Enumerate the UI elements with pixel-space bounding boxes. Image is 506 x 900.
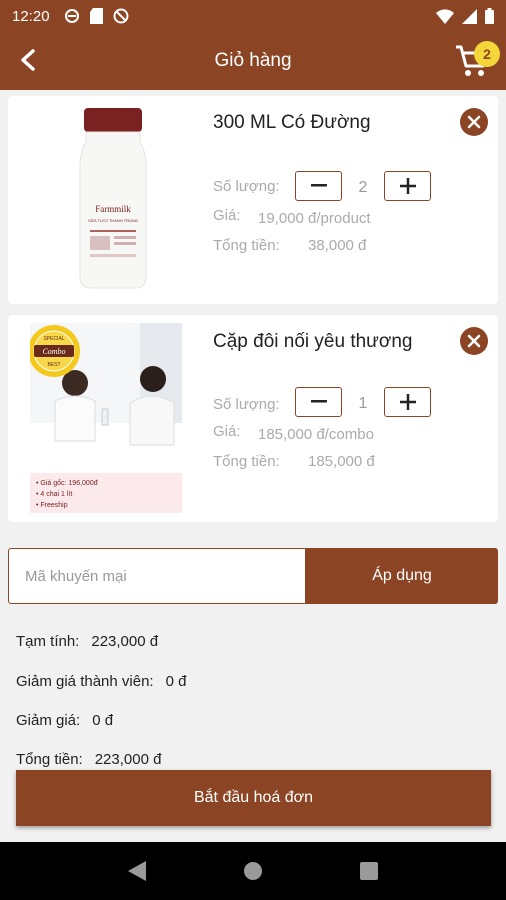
cart-button[interactable]: 2	[454, 41, 500, 79]
combo-note: • Freeship	[36, 502, 68, 509]
battery-icon	[485, 8, 494, 24]
discount-row: Giảm giá: 0 đ	[16, 712, 113, 729]
arrow-left-icon	[21, 49, 35, 71]
item-total-label: Tổng tiền:	[213, 237, 280, 254]
sync-icon	[64, 9, 79, 23]
apply-promo-button[interactable]: Áp dụng	[306, 548, 498, 604]
wifi-icon	[436, 8, 454, 24]
page-title: Giỏ hàng	[214, 50, 292, 71]
combo-badge-bottom: BEST	[47, 362, 60, 368]
square-recents-icon	[359, 862, 378, 880]
system-nav-bar	[0, 842, 506, 900]
discount-label: Giảm giá:	[16, 712, 81, 729]
cart-item: Farmmilk SỮA TƯƠI THANH TRÙNG 300 ML Có …	[8, 96, 498, 304]
bottle-brand: Farmmilk	[95, 204, 131, 214]
grand-total-label: Tổng tiền:	[16, 751, 83, 768]
nav-back-button[interactable]	[128, 861, 147, 881]
sd-card-icon	[89, 8, 103, 24]
grand-total-value: 223,000 đ	[94, 751, 162, 768]
item-total-label: Tổng tiền:	[213, 453, 280, 470]
close-icon	[467, 115, 481, 129]
combo-badge-top: SPECIAL	[43, 336, 64, 342]
price-label: Giá:	[213, 423, 241, 440]
subtotal-value: 223,000 đ	[91, 633, 159, 650]
cart-count-badge: 2	[474, 41, 500, 67]
item-total-value: 185,000 đ	[308, 453, 375, 470]
decrease-quantity-button[interactable]	[295, 387, 342, 417]
product-name: 300 ML Có Đường	[213, 112, 371, 133]
status-bar: 12:20	[0, 0, 506, 32]
plus-icon	[399, 178, 416, 194]
product-name: Cặp đôi nối yêu thương	[213, 331, 413, 352]
app-bar: Giỏ hàng 2	[0, 32, 506, 90]
promo-code-input[interactable]	[8, 548, 306, 604]
subtotal-row: Tạm tính: 223,000 đ	[16, 633, 158, 650]
triangle-back-icon	[128, 861, 147, 881]
price-value: 185,000 đ/combo	[258, 426, 374, 443]
cart-item: • Giá gốc: 196,000đ • 4 chai 1 lít • Fre…	[8, 315, 498, 522]
quantity-value: 1	[358, 395, 368, 412]
close-icon	[467, 334, 481, 348]
minus-icon	[310, 184, 327, 187]
member-discount-row: Giảm giá thành viên: 0 đ	[16, 673, 186, 690]
back-button[interactable]	[14, 45, 44, 75]
nav-home-button[interactable]	[243, 861, 263, 881]
signal-icon	[462, 8, 477, 24]
combo-note: • 4 chai 1 lít	[36, 491, 72, 498]
item-total-value: 38,000 đ	[308, 237, 367, 254]
combo-note: • Giá gốc: 196,000đ	[36, 478, 98, 487]
product-image: • Giá gốc: 196,000đ • 4 chai 1 lít • Fre…	[30, 323, 182, 513]
quantity-label: Số lượng:	[213, 396, 280, 413]
increase-quantity-button[interactable]	[384, 387, 431, 417]
decrease-quantity-button[interactable]	[295, 171, 342, 201]
checkout-button[interactable]: Bắt đầu hoá đơn	[16, 770, 491, 826]
promo-section: Áp dụng	[8, 548, 498, 604]
subtotal-label: Tạm tính:	[16, 633, 80, 650]
combo-badge-text: Combo	[42, 347, 65, 356]
remove-item-button[interactable]	[460, 327, 488, 355]
nav-recents-button[interactable]	[359, 862, 378, 880]
member-discount-label: Giảm giá thành viên:	[16, 673, 154, 690]
remove-item-button[interactable]	[460, 108, 488, 136]
minus-icon	[310, 400, 327, 403]
bottle-text: SỮA TƯƠI THANH TRÙNG	[88, 218, 138, 223]
status-time: 12:20	[12, 7, 50, 25]
circle-home-icon	[243, 862, 262, 880]
quantity-value: 2	[358, 179, 368, 196]
discount-value: 0 đ	[92, 712, 114, 729]
grand-total-row: Tổng tiền: 223,000 đ	[16, 751, 161, 768]
price-label: Giá:	[213, 207, 241, 224]
price-value: 19,000 đ/product	[258, 210, 371, 227]
increase-quantity-button[interactable]	[384, 171, 431, 201]
no-disturb-icon	[113, 8, 129, 24]
member-discount-value: 0 đ	[165, 673, 187, 690]
product-image: Farmmilk SỮA TƯƠI THANH TRÙNG	[79, 108, 147, 289]
quantity-label: Số lượng:	[213, 178, 280, 195]
plus-icon	[399, 394, 416, 410]
